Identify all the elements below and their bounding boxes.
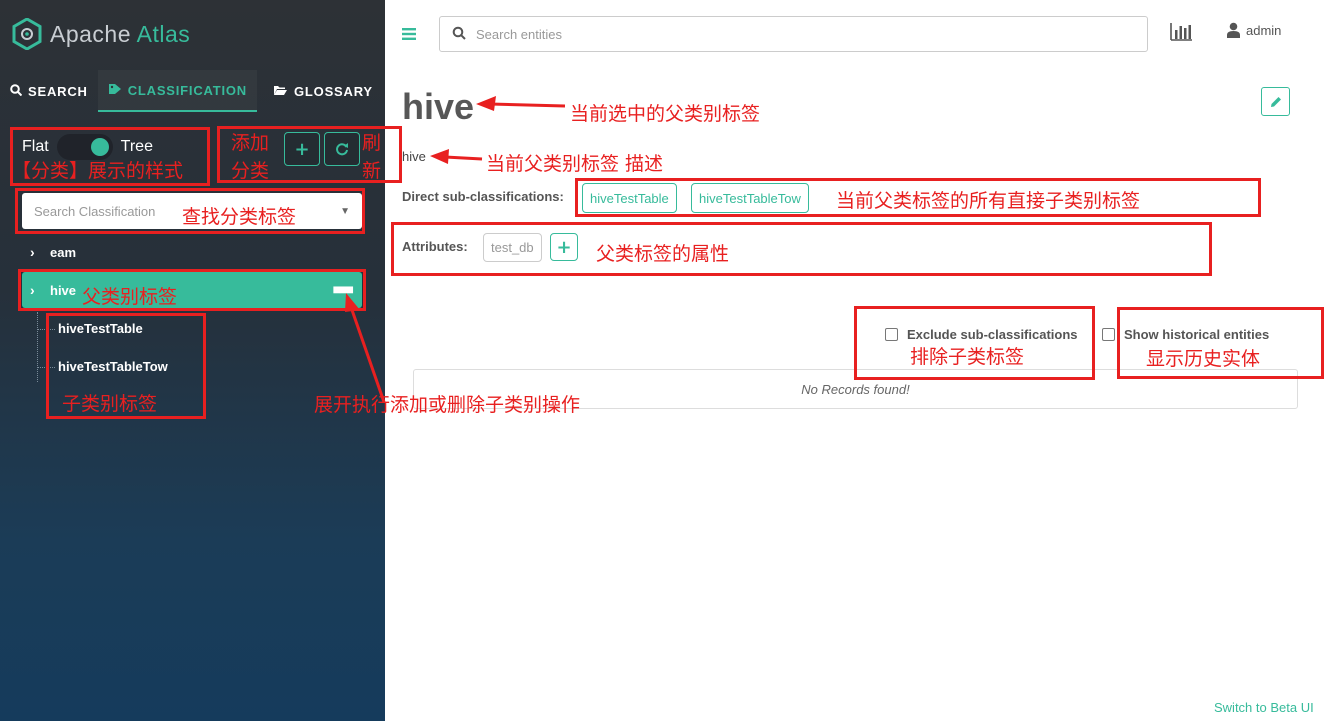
annotation-text: 当前父类标签的所有直接子类别标签 <box>836 190 1141 212</box>
tab-classification[interactable]: CLASSIFICATION <box>97 70 257 112</box>
annotation-text: 排除子类标签 <box>910 346 1025 368</box>
tab-search[interactable]: SEARCH <box>0 70 98 112</box>
tab-glossary[interactable]: GLOSSARY <box>263 70 383 112</box>
statistics-icon[interactable] <box>1169 22 1193 42</box>
entity-search-placeholder: Search entities <box>476 26 562 42</box>
user-icon <box>1227 22 1240 38</box>
chevron-right-icon[interactable]: › <box>30 244 50 260</box>
annotation-text: 当前父类别标签 描述 <box>486 153 664 175</box>
switch-beta-link[interactable]: Switch to Beta UI <box>1214 700 1314 715</box>
app-name: Apache Atlas <box>50 20 191 47</box>
tag-icon <box>108 83 122 98</box>
annotation-text: 新 <box>362 160 382 182</box>
classification-description: hive <box>402 149 426 164</box>
annotation-box <box>18 269 366 311</box>
annotation-text: 父类标签的属性 <box>596 243 730 265</box>
atlas-logo-icon <box>12 18 42 50</box>
annotation-text: 显示历史实体 <box>1146 348 1261 370</box>
user-menu[interactable]: admin <box>1227 22 1281 38</box>
annotation-text: 父类别标签 <box>82 286 178 308</box>
sub-classifications-label: Direct sub-classifications: <box>402 189 564 204</box>
annotation-text: 分类 <box>231 160 270 182</box>
annotation-box <box>391 222 1212 276</box>
annotation-text: 刷 <box>362 132 382 154</box>
page-title: hive <box>402 86 475 127</box>
annotation-text: 子类别标签 <box>62 393 158 415</box>
annotation-text: 【分类】展示的样式 <box>12 160 184 182</box>
search-icon <box>10 83 23 99</box>
annotation-text: 当前选中的父类别标签 <box>570 103 761 125</box>
tree-connector <box>37 312 38 382</box>
sidebar-tabs: SEARCH CLASSIFICATION GLOSSARY <box>0 70 385 112</box>
annotation-text: 添加 <box>231 132 270 154</box>
checkbox-box[interactable] <box>1102 328 1115 341</box>
entity-search-input[interactable]: Search entities <box>439 16 1148 52</box>
hamburger-menu-icon[interactable] <box>402 24 416 45</box>
no-records-message: No Records found! <box>801 381 910 397</box>
pencil-icon <box>1270 96 1281 107</box>
folder-open-icon <box>273 84 288 99</box>
user-name: admin <box>1246 22 1282 38</box>
tree-item-eam[interactable]: › eam <box>22 242 76 262</box>
annotation-text: 展开执行添加或删除子类别操作 <box>314 394 581 416</box>
tree-item-label: eam <box>50 244 77 260</box>
app-logo[interactable]: Apache Atlas <box>12 16 190 52</box>
top-bar: Search entities admin <box>385 0 1325 68</box>
edit-button[interactable] <box>1261 87 1290 116</box>
annotation-text: 查找分类标签 <box>182 206 297 228</box>
search-icon <box>452 26 466 43</box>
